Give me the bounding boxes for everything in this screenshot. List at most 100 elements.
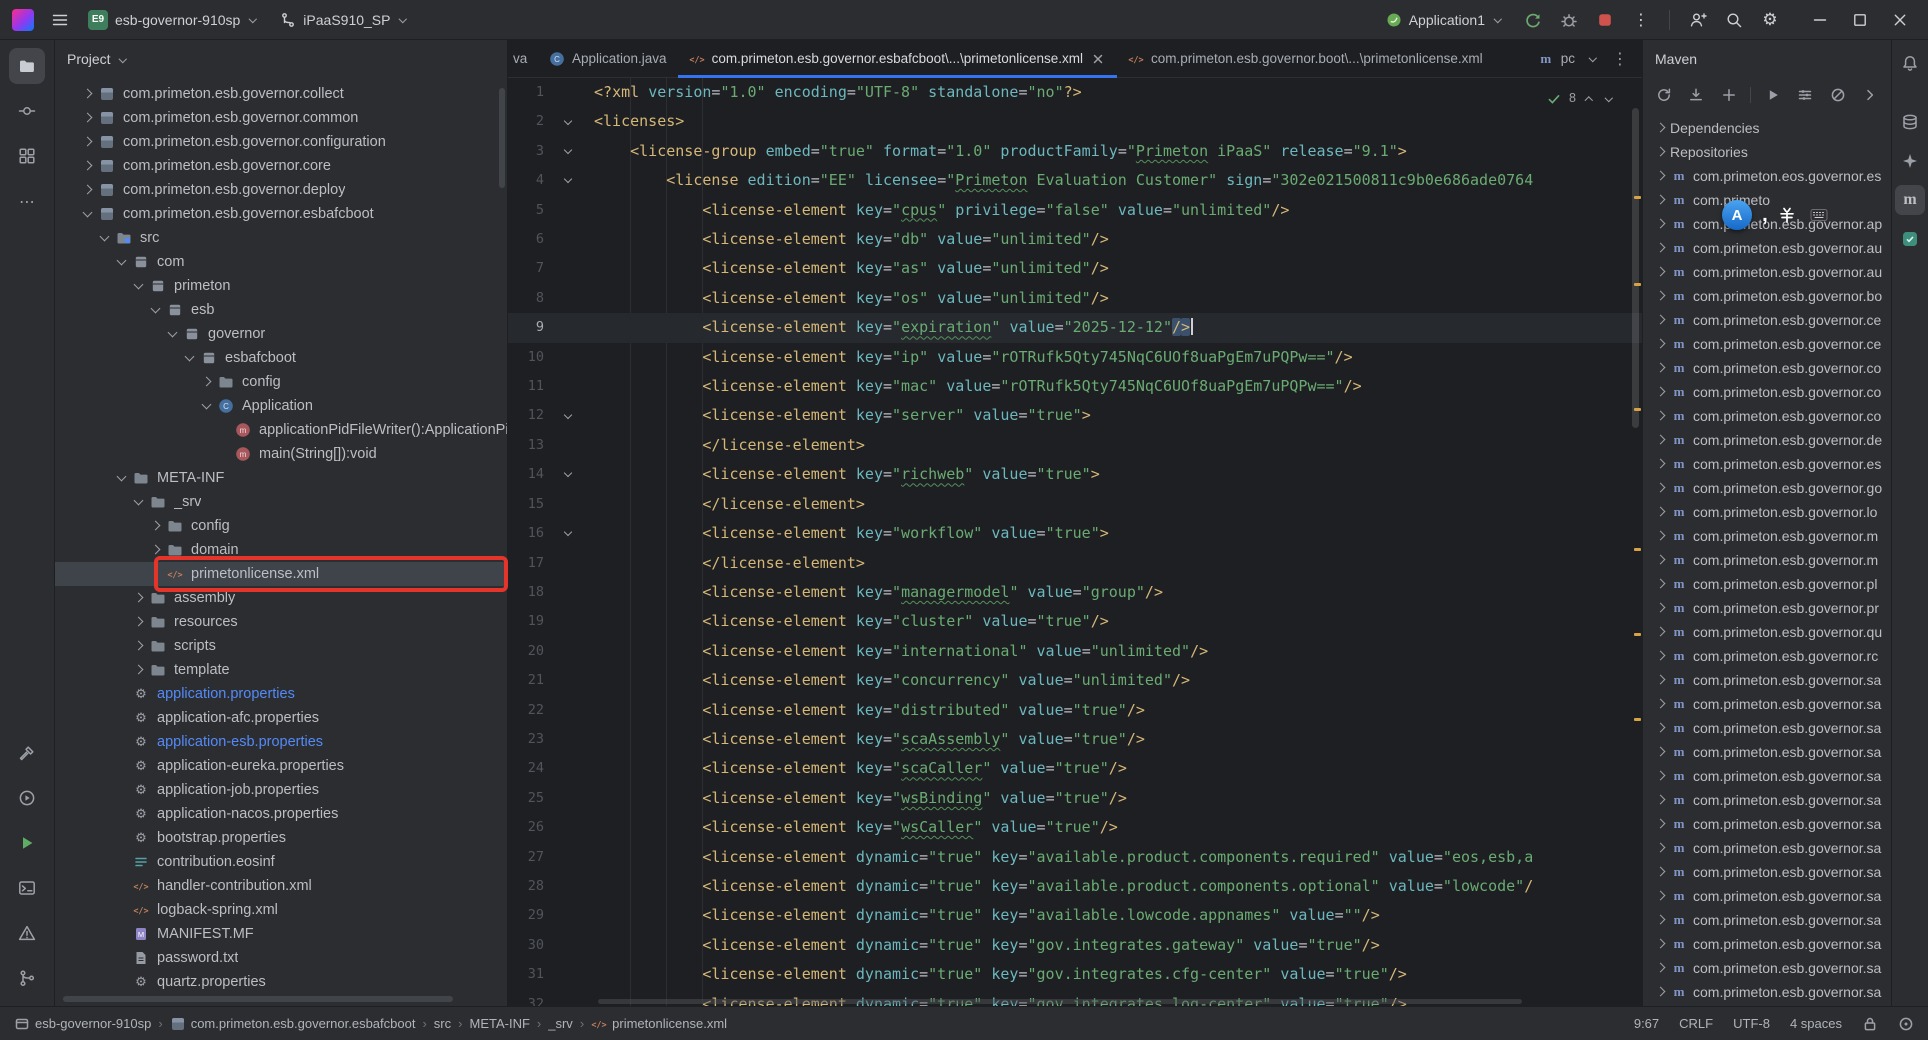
maven-tree-item[interactable]: mcom.primeton.esb.governor.sa	[1643, 908, 1891, 932]
ime-language-icon[interactable]: A	[1722, 200, 1752, 230]
maven-tree-item[interactable]: mcom.primeton.esb.governor.pl	[1643, 572, 1891, 596]
maven-tree-item[interactable]: mcom.primeton.esb.governor.sa	[1643, 980, 1891, 1004]
expand-chevron-icon[interactable]	[148, 542, 165, 559]
code-line[interactable]: 1<?xml version="1.0" encoding="UTF-8" st…	[508, 78, 1642, 107]
tab-options-kebab[interactable]: ⋮	[1608, 47, 1632, 71]
line-number[interactable]: 16	[508, 519, 554, 548]
tree-item[interactable]: config	[55, 514, 507, 538]
expand-chevron-icon[interactable]	[131, 614, 148, 631]
tree-item[interactable]: ⚙application-afc.properties	[55, 706, 507, 730]
search-everywhere-button[interactable]	[1718, 4, 1750, 36]
code-line[interactable]: 20 <license-element key="international" …	[508, 637, 1642, 666]
maven-tree-item[interactable]: mcom.primeton.esb.governor.ce	[1643, 308, 1891, 332]
main-menu-button[interactable]	[44, 4, 76, 36]
expand-chevron-icon[interactable]	[1653, 192, 1670, 209]
maven-tree-item[interactable]: mcom.primeton.esb.governor.sa	[1643, 788, 1891, 812]
more-actions-button[interactable]: ⋮	[1625, 4, 1657, 36]
expand-chevron-icon[interactable]	[1653, 240, 1670, 257]
maven-tree-item[interactable]: mcom.primeton.esb.governor.sa	[1643, 740, 1891, 764]
tree-item[interactable]: com.primeton.esb.governor.esbafcboot	[55, 202, 507, 226]
close-tab-icon[interactable]	[1090, 51, 1106, 67]
fold-chevron-icon[interactable]	[554, 166, 582, 195]
fold-chevron-icon[interactable]	[554, 519, 582, 548]
project-vertical-scrollbar[interactable]	[499, 88, 505, 188]
expand-chevron-icon[interactable]	[1653, 576, 1670, 593]
tree-item[interactable]: ⚙quartz.properties	[55, 970, 507, 994]
tree-item[interactable]: src	[55, 226, 507, 250]
code-line[interactable]: 23 <license-element key="scaAssembly" va…	[508, 725, 1642, 754]
line-number[interactable]: 27	[508, 843, 554, 872]
maven-tree-item[interactable]: mcom.primeton.esb.governor.sa	[1643, 836, 1891, 860]
fold-chevron-icon[interactable]	[554, 137, 582, 166]
expand-chevron-icon[interactable]	[199, 374, 216, 391]
code-editor[interactable]: 1<?xml version="1.0" encoding="UTF-8" st…	[508, 78, 1642, 1006]
line-number[interactable]: 22	[508, 696, 554, 725]
tree-item[interactable]: com.primeton.esb.governor.configuration	[55, 130, 507, 154]
tree-item[interactable]: mapplicationPidFileWriter():ApplicationP…	[55, 418, 507, 442]
line-number[interactable]: 13	[508, 431, 554, 460]
maven-run-goal-button[interactable]	[1762, 83, 1783, 107]
maven-tree-item[interactable]: mcom.primeton.esb.governor.sa	[1643, 668, 1891, 692]
tree-item[interactable]: esbafcboot	[55, 346, 507, 370]
tree-item[interactable]: CApplication	[55, 394, 507, 418]
run-configuration-selector[interactable]: Application1	[1378, 5, 1513, 35]
tree-item[interactable]: com.primeton.esb.governor.common	[55, 106, 507, 130]
expand-chevron-icon[interactable]	[80, 206, 97, 223]
tree-item[interactable]: </>handler-contribution.xml	[55, 874, 507, 898]
expand-chevron-icon[interactable]	[148, 302, 165, 319]
prev-problem-chevron-icon[interactable]	[1583, 92, 1596, 105]
line-number[interactable]: 15	[508, 490, 554, 519]
warning-stripe-mark[interactable]	[1634, 548, 1641, 551]
maven-offline-mode-button[interactable]	[1827, 83, 1848, 107]
maven-tree-item[interactable]: mcom.primeton.esb.governor.au	[1643, 236, 1891, 260]
maximize-button[interactable]	[1840, 0, 1880, 40]
ime-keyboard-icon[interactable]	[1806, 203, 1833, 228]
tree-item[interactable]: governor	[55, 322, 507, 346]
problems-tool-button[interactable]	[9, 915, 45, 951]
line-number[interactable]: 24	[508, 754, 554, 783]
breadcrumb-item[interactable]: src	[434, 1016, 451, 1031]
database-tool-button[interactable]	[1895, 107, 1925, 137]
next-problem-chevron-icon[interactable]	[1603, 92, 1616, 105]
code-line[interactable]: 3 <license-group embed="true" format="1.…	[508, 137, 1642, 166]
status-indicator-icon[interactable]	[1898, 1016, 1914, 1032]
expand-chevron-icon[interactable]	[1653, 984, 1670, 1001]
line-number[interactable]: 14	[508, 460, 554, 489]
code-line[interactable]: 29 <license-element dynamic="true" key="…	[508, 901, 1642, 930]
expand-chevron-icon[interactable]	[80, 134, 97, 151]
maven-tree-item[interactable]: mcom.primeton.esb.governor.go	[1643, 476, 1891, 500]
line-number[interactable]: 1	[508, 78, 554, 107]
notifications-bell-button[interactable]	[1895, 48, 1925, 78]
expand-chevron-icon[interactable]	[1653, 408, 1670, 425]
tree-item[interactable]: password.txt	[55, 946, 507, 970]
expand-chevron-icon[interactable]	[1653, 960, 1670, 977]
maven-download-sources-button[interactable]	[1685, 83, 1706, 107]
expand-chevron-icon[interactable]	[1653, 840, 1670, 857]
expand-chevron-icon[interactable]	[1653, 288, 1670, 305]
hidden-tabs-chevron-icon[interactable]	[1587, 52, 1600, 65]
settings-button[interactable]: ⚙	[1754, 4, 1786, 36]
maven-refresh-button[interactable]	[1653, 83, 1674, 107]
expand-chevron-icon[interactable]	[80, 182, 97, 199]
tab-primetonlicense-esbafcboot[interactable]: </> com.primeton.esb.governor.esbafcboot…	[678, 40, 1117, 77]
warning-stripe-mark[interactable]	[1634, 718, 1641, 721]
maven-tree-item[interactable]: mcom.primeton.esb.governor.sa	[1643, 812, 1891, 836]
caret-position[interactable]: 9:67	[1634, 1016, 1659, 1031]
code-line[interactable]: 12 <license-element key="server" value="…	[508, 401, 1642, 430]
line-number[interactable]: 30	[508, 931, 554, 960]
breadcrumb-item[interactable]: _srv	[548, 1016, 573, 1031]
tree-item[interactable]: config	[55, 370, 507, 394]
tree-item[interactable]: com.primeton.esb.governor.deploy	[55, 178, 507, 202]
expand-chevron-icon[interactable]	[1653, 312, 1670, 329]
expand-chevron-icon[interactable]	[1653, 720, 1670, 737]
warning-stripe-mark[interactable]	[1634, 408, 1641, 411]
maven-tree-item[interactable]: mcom.primeton.esb.governor.pr	[1643, 596, 1891, 620]
line-number[interactable]: 21	[508, 666, 554, 695]
maven-tree-item[interactable]: mcom.primeton.esb.governor.de	[1643, 428, 1891, 452]
tree-item[interactable]: com	[55, 250, 507, 274]
line-number[interactable]: 8	[508, 284, 554, 313]
maven-tree-item[interactable]: mcom.primeton.eos.governor.es	[1643, 164, 1891, 188]
line-number[interactable]: 28	[508, 872, 554, 901]
code-line[interactable]: 19 <license-element key="cluster" value=…	[508, 607, 1642, 636]
run-tool-button[interactable]	[9, 825, 45, 861]
